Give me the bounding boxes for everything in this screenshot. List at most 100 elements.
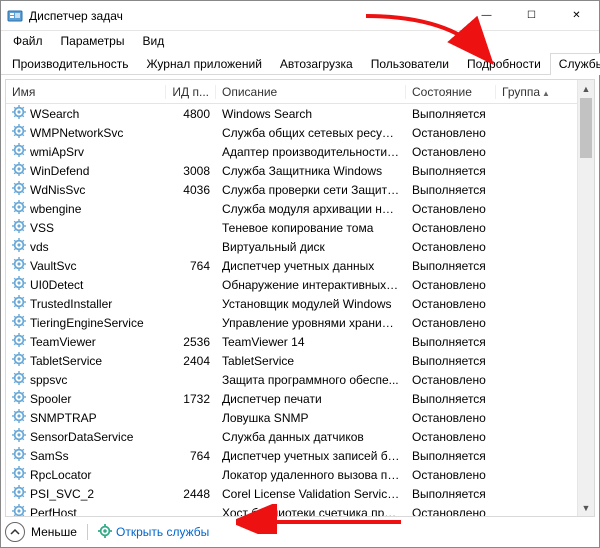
service-row[interactable]: wbengineСлужба модуля архивации на у...О…: [6, 199, 594, 218]
service-row[interactable]: TeamViewer2536TeamViewer 14Выполняется: [6, 332, 594, 351]
service-desc: Служба данных датчиков: [216, 430, 406, 444]
service-gear-icon: [12, 504, 26, 516]
service-row[interactable]: TrustedInstallerУстановщик модулей Windo…: [6, 294, 594, 313]
fewer-details-label: Меньше: [31, 525, 77, 539]
service-desc: Управление уровнями хранили...: [216, 316, 406, 330]
service-desc: Диспетчер учетных записей без...: [216, 449, 406, 463]
service-gear-icon: [12, 181, 26, 198]
service-state: Остановлено: [406, 240, 496, 254]
service-state: Остановлено: [406, 221, 496, 235]
service-row[interactable]: PerfHostХост библиотеки счетчика про...О…: [6, 503, 594, 516]
tab-details[interactable]: Подробности: [458, 53, 550, 75]
list-body[interactable]: WSearch4800Windows SearchВыполняетсяWMPN…: [6, 104, 594, 516]
service-row[interactable]: vds Виртуальный дискОстановлено: [6, 237, 594, 256]
service-desc: Служба Защитника Windows: [216, 164, 406, 178]
minimize-button[interactable]: —: [464, 1, 509, 31]
service-name: vds: [30, 240, 49, 254]
service-name: RpcLocator: [30, 468, 91, 482]
service-row[interactable]: Spooler1732Диспетчер печатиВыполняется: [6, 389, 594, 408]
footer-separator: [87, 524, 88, 540]
service-name: WinDefend: [30, 164, 89, 178]
service-state: Выполняется: [406, 183, 496, 197]
service-name: sppsvc: [30, 373, 67, 387]
service-gear-icon: [12, 314, 26, 331]
service-gear-icon: [12, 447, 26, 464]
service-row[interactable]: sppsvcЗащита программного обеспе...Остан…: [6, 370, 594, 389]
service-gear-icon: [12, 200, 26, 217]
service-desc: TabletService: [216, 354, 406, 368]
service-row[interactable]: SensorDataServiceСлужба данных датчиковО…: [6, 427, 594, 446]
service-gear-icon: [12, 390, 26, 407]
service-gear-icon: [12, 143, 26, 160]
service-desc: Диспетчер печати: [216, 392, 406, 406]
service-name: PerfHost: [30, 506, 77, 517]
service-row[interactable]: TabletService2404TabletServiceВыполняетс…: [6, 351, 594, 370]
service-row[interactable]: PSI_SVC_22448Corel License Validation Se…: [6, 484, 594, 503]
column-desc[interactable]: Описание: [216, 85, 406, 99]
service-row[interactable]: WinDefend3008Служба Защитника WindowsВып…: [6, 161, 594, 180]
service-desc: Windows Search: [216, 107, 406, 121]
maximize-button[interactable]: ☐: [509, 1, 554, 31]
window-title: Диспетчер задач: [29, 9, 464, 23]
column-state[interactable]: Состояние: [406, 85, 496, 99]
menu-view[interactable]: Вид: [134, 32, 172, 50]
service-state: Выполняется: [406, 259, 496, 273]
fewer-details-button[interactable]: [5, 522, 25, 542]
service-state: Выполняется: [406, 354, 496, 368]
vertical-scrollbar[interactable]: ▲ ▼: [577, 80, 594, 516]
service-row[interactable]: UI0DetectОбнаружение интерактивных с...О…: [6, 275, 594, 294]
service-name: WMPNetworkSvc: [30, 126, 123, 140]
menu-file[interactable]: Файл: [5, 32, 51, 50]
scroll-up-icon[interactable]: ▲: [578, 80, 594, 97]
titlebar: Диспетчер задач — ☐ ✕: [1, 1, 599, 31]
service-name: SamSs: [30, 449, 69, 463]
tab-services[interactable]: Службы: [550, 53, 600, 75]
footer: Меньше Открыть службы: [5, 519, 595, 545]
service-gear-icon: [12, 352, 26, 369]
service-name: Spooler: [30, 392, 71, 406]
service-pid: 2536: [166, 335, 216, 349]
service-row[interactable]: WSearch4800Windows SearchВыполняется: [6, 104, 594, 123]
tab-app-history[interactable]: Журнал приложений: [137, 53, 270, 75]
service-desc: Виртуальный диск: [216, 240, 406, 254]
service-pid: 764: [166, 259, 216, 273]
service-row[interactable]: WdNisSvc4036Служба проверки сети Защитн.…: [6, 180, 594, 199]
menubar: Файл Параметры Вид: [1, 31, 599, 51]
service-row[interactable]: wmiApSrvАдаптер производительности ...Ос…: [6, 142, 594, 161]
tab-users[interactable]: Пользователи: [362, 53, 458, 75]
sort-indicator-icon: ▲: [542, 89, 550, 98]
service-desc: Диспетчер учетных данных: [216, 259, 406, 273]
service-state: Остановлено: [406, 202, 496, 216]
service-gear-icon: [12, 257, 26, 274]
list-header: Имя ИД п... Описание Состояние Группа▲: [6, 80, 594, 104]
service-desc: Обнаружение интерактивных с...: [216, 278, 406, 292]
column-pid[interactable]: ИД п...: [166, 85, 216, 99]
service-row[interactable]: WMPNetworkSvcСлужба общих сетевых ресурс…: [6, 123, 594, 142]
service-desc: TeamViewer 14: [216, 335, 406, 349]
service-row[interactable]: SNMPTRAPЛовушка SNMPОстановлено: [6, 408, 594, 427]
service-state: Остановлено: [406, 126, 496, 140]
scroll-down-icon[interactable]: ▼: [578, 499, 594, 516]
service-gear-icon: [12, 333, 26, 350]
service-name: TrustedInstaller: [30, 297, 112, 311]
column-name[interactable]: Имя: [6, 85, 166, 99]
service-row[interactable]: RpcLocatorЛокатор удаленного вызова пр..…: [6, 465, 594, 484]
service-pid: 3008: [166, 164, 216, 178]
scroll-thumb[interactable]: [580, 98, 592, 158]
open-services-link[interactable]: Открыть службы: [98, 524, 209, 541]
service-row[interactable]: SamSs764Диспетчер учетных записей без...…: [6, 446, 594, 465]
service-desc: Corel License Validation Service V...: [216, 487, 406, 501]
service-row[interactable]: TieringEngineServiceУправление уровнями …: [6, 313, 594, 332]
tab-performance[interactable]: Производительность: [3, 53, 137, 75]
service-desc: Служба проверки сети Защитн...: [216, 183, 406, 197]
service-desc: Теневое копирование тома: [216, 221, 406, 235]
tab-startup[interactable]: Автозагрузка: [271, 53, 362, 75]
service-state: Выполняется: [406, 487, 496, 501]
menu-options[interactable]: Параметры: [53, 32, 133, 50]
close-button[interactable]: ✕: [554, 1, 599, 31]
service-gear-icon: [12, 276, 26, 293]
service-desc: Адаптер производительности ...: [216, 145, 406, 159]
service-pid: 4800: [166, 107, 216, 121]
service-row[interactable]: VaultSvc764Диспетчер учетных данныхВыпол…: [6, 256, 594, 275]
service-row[interactable]: VSSТеневое копирование томаОстановлено: [6, 218, 594, 237]
